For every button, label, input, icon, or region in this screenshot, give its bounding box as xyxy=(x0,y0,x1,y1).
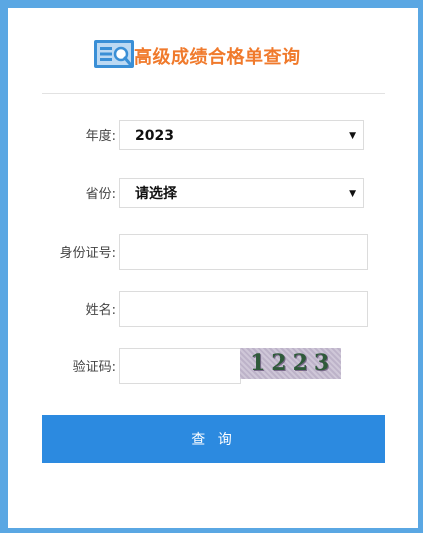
name-label: 姓名: xyxy=(85,303,116,318)
captcha-input[interactable] xyxy=(119,348,241,384)
province-row: 省份: 请选择 ▼ xyxy=(8,178,418,212)
year-select-value: 2023 xyxy=(135,128,174,144)
captcha-row: 验证码: 1223 xyxy=(8,348,418,384)
captcha-image[interactable]: 1223 xyxy=(240,348,341,379)
header-divider xyxy=(42,93,385,94)
query-button[interactable]: 查 询 xyxy=(42,415,385,463)
year-row: 年度: 2023 ▼ xyxy=(8,120,418,154)
dropdown-arrow-icon: ▼ xyxy=(349,189,356,199)
name-row: 姓名: xyxy=(8,291,418,327)
id-number-label: 身份证号: xyxy=(59,246,116,261)
province-label: 省份: xyxy=(85,187,116,202)
year-label: 年度: xyxy=(85,129,116,144)
year-select[interactable]: 2023 ▼ xyxy=(119,120,364,150)
id-number-row: 身份证号: xyxy=(8,234,418,270)
search-document-icon xyxy=(94,40,136,70)
name-input[interactable] xyxy=(119,291,368,327)
province-select[interactable]: 请选择 ▼ xyxy=(119,178,364,208)
captcha-label: 验证码: xyxy=(72,360,116,375)
query-card: 高级成绩合格单查询 年度: 2023 ▼ 省份: 请选择 ▼ 身份证号: 姓名:… xyxy=(8,8,418,528)
dropdown-arrow-icon: ▼ xyxy=(349,131,356,141)
captcha-image-text: 1223 xyxy=(250,350,336,376)
page-header: 高级成绩合格单查询 xyxy=(8,35,418,75)
id-number-input[interactable] xyxy=(119,234,368,270)
page-title: 高级成绩合格单查询 xyxy=(134,47,301,68)
province-select-value: 请选择 xyxy=(135,186,177,202)
